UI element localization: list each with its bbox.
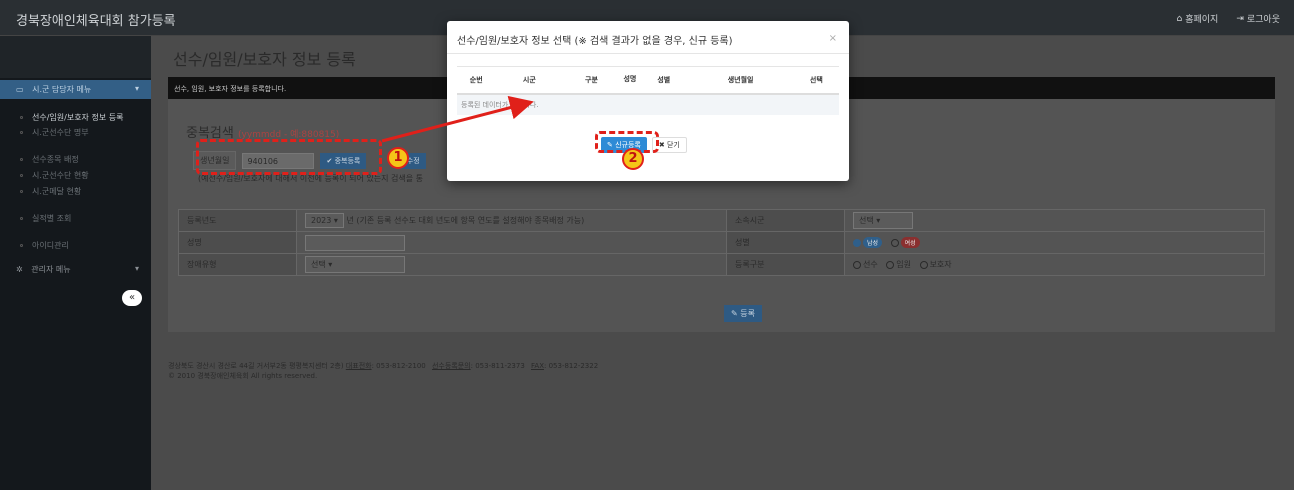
- annotation-arrow: [381, 95, 534, 143]
- annotation-badge-2: 2: [622, 148, 644, 170]
- annotation-badge-1: 1: [387, 147, 409, 169]
